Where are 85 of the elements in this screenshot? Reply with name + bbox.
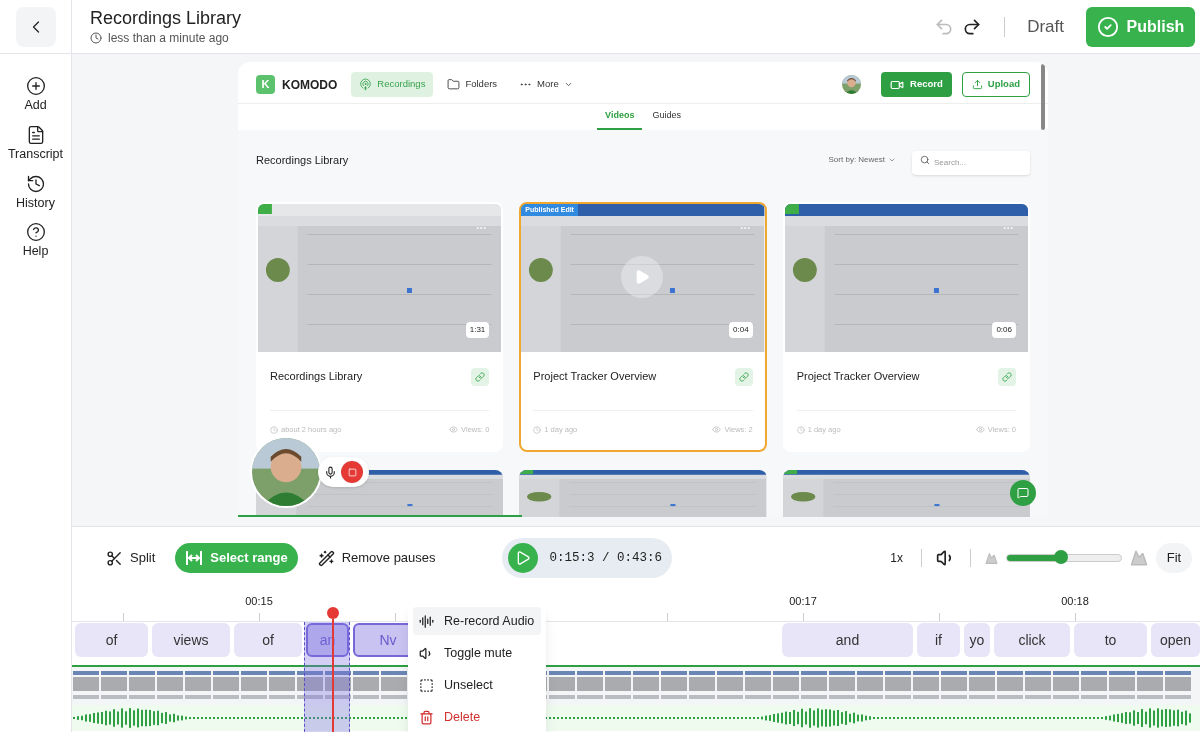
tool-button[interactable]: Remove pauses	[307, 543, 446, 573]
sort-dropdown[interactable]: Sort by: Newest	[828, 154, 896, 166]
link-button[interactable]	[471, 368, 490, 386]
card-title: Project Tracker Overview	[533, 369, 657, 384]
play-button[interactable]	[507, 543, 538, 573]
play-button[interactable]	[621, 256, 664, 298]
chat-button[interactable]	[1010, 480, 1036, 506]
word-chip[interactable]: click	[994, 623, 1070, 657]
menu-item[interactable]: Delete	[413, 703, 541, 731]
history-icon	[25, 173, 46, 194]
link-icon	[475, 372, 486, 382]
clock-icon	[90, 31, 102, 44]
tool-button[interactable]: Split	[96, 543, 166, 573]
sidebar-item[interactable]: History	[0, 173, 71, 213]
mic-icon[interactable]	[324, 465, 337, 479]
caret-icon	[563, 80, 573, 89]
nav-tab[interactable]: Folders	[439, 72, 506, 97]
word-chip[interactable]: of	[234, 623, 302, 657]
section-title: Recordings Library	[256, 152, 349, 168]
back-button[interactable]	[15, 6, 56, 47]
clock-icon	[796, 425, 805, 434]
app-logo: K	[256, 75, 275, 94]
delete-icon	[419, 709, 434, 725]
search-icon	[920, 155, 930, 165]
rerecord-icon	[419, 613, 434, 629]
help-icon	[25, 222, 46, 243]
eye-icon	[975, 425, 985, 435]
time-readout: 0:15:3 / 0:43:6	[549, 549, 663, 567]
zoom-in-icon[interactable]	[1130, 549, 1148, 567]
menu-item[interactable]: Re-record Audio	[413, 607, 541, 635]
scissors-icon	[106, 549, 123, 567]
draft-status: Draft	[1027, 15, 1064, 38]
search-field[interactable]: Search...	[912, 150, 1030, 175]
range-icon	[185, 550, 204, 566]
link-button[interactable]	[998, 368, 1016, 386]
word-chip[interactable]: views	[152, 623, 230, 657]
play-icon	[634, 269, 651, 285]
sidebar-item[interactable]: Transcript	[0, 124, 71, 164]
add-icon	[25, 76, 46, 96]
last-saved-text: less than a minute ago	[108, 29, 229, 47]
eye-icon	[449, 425, 459, 435]
duration-badge: 0:04	[729, 322, 753, 338]
duration-badge: 0:06	[992, 322, 1016, 338]
stop-button[interactable]	[341, 461, 363, 483]
word-chip[interactable]: open	[1151, 623, 1200, 657]
brand-name: KOMODO	[282, 76, 338, 94]
unselect-icon	[419, 677, 434, 693]
sidebar-item[interactable]: Help	[0, 222, 71, 261]
word-chip[interactable]: to	[1074, 623, 1147, 657]
menu-item[interactable]: Unselect	[413, 671, 541, 699]
folder-icon	[447, 78, 461, 91]
clock-icon	[533, 425, 542, 434]
card-title: Recordings Library	[270, 369, 363, 384]
card-title: Project Tracker Overview	[796, 369, 920, 384]
caret-icon	[888, 156, 896, 164]
ruler-label: 00:17	[788, 594, 818, 609]
chat-icon	[1017, 487, 1029, 499]
redo-icon[interactable]	[962, 16, 983, 37]
ruler-label: 00:18	[1060, 594, 1090, 609]
content-tab[interactable]: Videos	[597, 104, 643, 130]
speed-button[interactable]: 1x	[886, 549, 907, 567]
zoom-out-icon[interactable]	[985, 551, 998, 565]
link-icon	[1002, 372, 1012, 382]
check-icon	[1096, 15, 1119, 38]
clock-icon	[270, 425, 278, 434]
stop-icon	[347, 467, 357, 477]
nav-tab[interactable]: More	[511, 72, 581, 97]
word-chip[interactable]: if	[917, 623, 960, 657]
scrollbar	[1041, 64, 1045, 130]
word-chip[interactable]: and	[782, 623, 913, 657]
word-chip[interactable]: yo	[964, 623, 990, 657]
slider-thumb[interactable]	[1053, 550, 1068, 564]
sidebar-item[interactable]: Add	[0, 76, 71, 115]
wand-icon	[317, 549, 335, 567]
word-chip[interactable]: of	[75, 623, 148, 657]
link-icon	[738, 372, 749, 382]
duration-badge: 1:31	[465, 322, 490, 338]
upload-icon	[971, 79, 983, 90]
content-tab[interactable]: Guides	[644, 104, 689, 130]
upload-button[interactable]: Upload	[961, 72, 1030, 97]
fit-button[interactable]: Fit	[1156, 543, 1192, 573]
link-button[interactable]	[734, 368, 753, 386]
page-title: Recordings Library	[90, 6, 242, 29]
eye-icon	[712, 425, 722, 435]
ruler-label: 00:15	[244, 594, 274, 609]
